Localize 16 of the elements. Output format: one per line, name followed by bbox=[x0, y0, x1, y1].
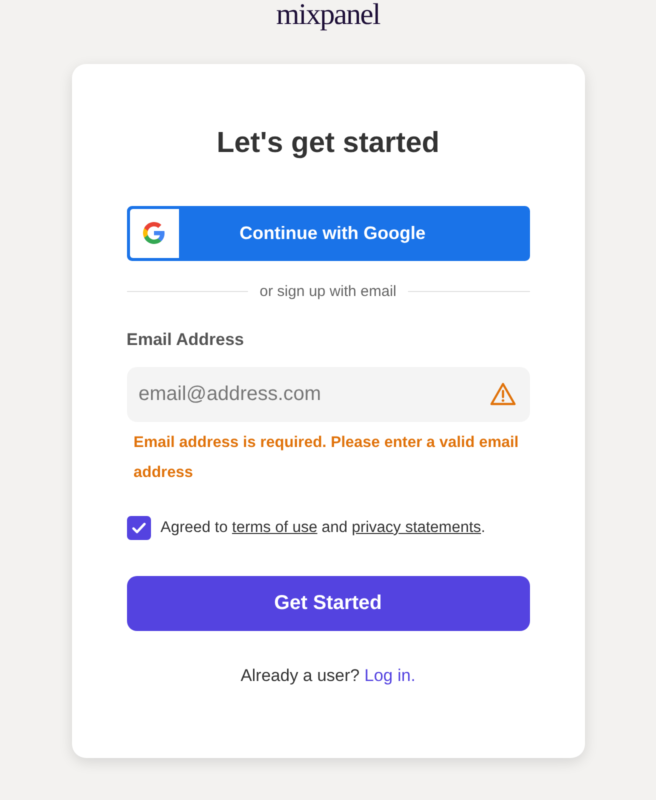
error-message: Email address is required. Please enter a valid email address bbox=[132, 432, 520, 482]
agree-checkbox[interactable] bbox=[126, 516, 150, 540]
get-started-button[interactable]: Get Started bbox=[126, 576, 530, 630]
policy-link[interactable]: terms of use bbox=[232, 518, 318, 536]
policy-link[interactable]: privacy statements bbox=[352, 518, 482, 536]
google-button[interactable]: Continue with Google bbox=[126, 206, 530, 260]
footer-text: Already a user? bbox=[240, 666, 360, 684]
agreement-text: Agreed to terms of use and privacy statements. bbox=[160, 518, 486, 538]
divider-text: or sign up with email bbox=[260, 282, 396, 302]
checkmark-icon bbox=[132, 522, 146, 534]
logo: mixpanel bbox=[276, 0, 380, 30]
login-link[interactable]: Log in. bbox=[364, 666, 416, 684]
google-icon bbox=[142, 221, 166, 245]
field-label: Email Address bbox=[126, 329, 245, 351]
email-field[interactable]: email@address.com bbox=[126, 366, 530, 422]
page-title: Let's get started bbox=[216, 126, 440, 161]
